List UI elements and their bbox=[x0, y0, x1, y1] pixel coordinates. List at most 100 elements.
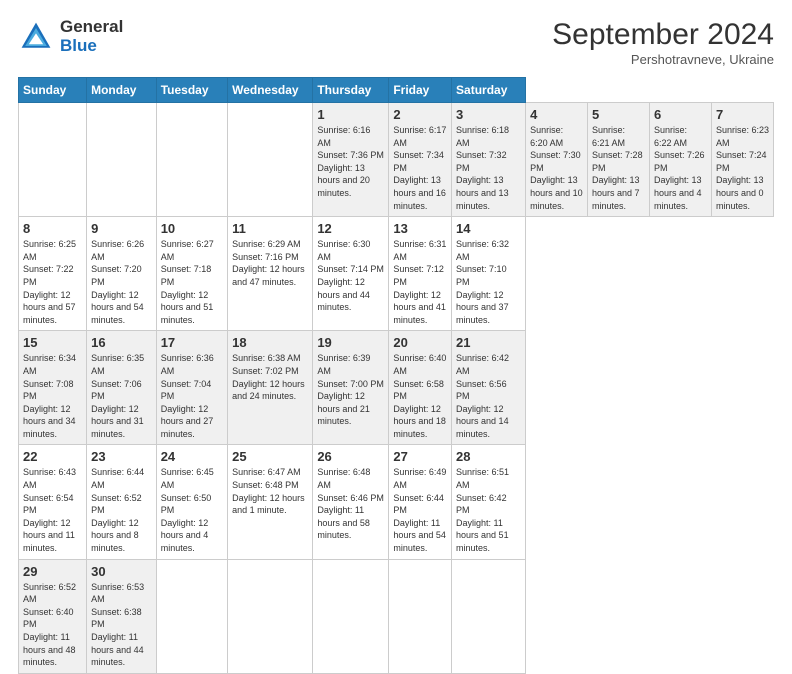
day-info: Sunrise: 6:34 AMSunset: 7:08 PMDaylight:… bbox=[23, 352, 82, 440]
table-row: 17Sunrise: 6:36 AMSunset: 7:04 PMDayligh… bbox=[156, 331, 227, 445]
table-row: 20Sunrise: 6:40 AMSunset: 6:58 PMDayligh… bbox=[389, 331, 452, 445]
calendar-week-row: 1 Sunrise: 6:16 AMSunset: 7:36 PMDaylight… bbox=[19, 103, 774, 217]
table-row bbox=[452, 559, 526, 673]
day-info: Sunrise: 6:18 AMSunset: 7:32 PMDaylight:… bbox=[456, 124, 521, 212]
calendar-table: Sunday Monday Tuesday Wednesday Thursday… bbox=[18, 77, 774, 674]
table-row: 6Sunrise: 6:22 AMSunset: 7:26 PMDaylight… bbox=[649, 103, 711, 217]
day-number: 8 bbox=[23, 221, 82, 236]
day-number: 19 bbox=[317, 335, 384, 350]
day-number: 21 bbox=[456, 335, 521, 350]
table-row: 26 Sunrise: 6:48 AMSunset: 6:46 PMDayligh… bbox=[313, 445, 389, 559]
day-number: 12 bbox=[317, 221, 384, 236]
table-row: 15 Sunrise: 6:34 AMSunset: 7:08 PMDayligh… bbox=[19, 331, 87, 445]
day-info: Sunrise: 6:25 AMSunset: 7:22 PMDaylight:… bbox=[23, 238, 82, 326]
day-info: Sunrise: 6:32 AMSunset: 7:10 PMDaylight:… bbox=[456, 238, 521, 326]
calendar-body: 1 Sunrise: 6:16 AMSunset: 7:36 PMDaylight… bbox=[19, 103, 774, 674]
day-info: Sunrise: 6:26 AMSunset: 7:20 PMDaylight:… bbox=[91, 238, 152, 326]
table-row: 21Sunrise: 6:42 AMSunset: 6:56 PMDayligh… bbox=[452, 331, 526, 445]
day-number: 4 bbox=[530, 107, 583, 122]
col-wednesday: Wednesday bbox=[228, 78, 313, 103]
day-info: Sunrise: 6:49 AMSunset: 6:44 PMDaylight:… bbox=[393, 466, 447, 554]
header: General Blue September 2024 Pershotravne… bbox=[18, 18, 774, 67]
day-number: 23 bbox=[91, 449, 152, 464]
logo-text: General Blue bbox=[60, 18, 123, 55]
table-row: 7 Sunrise: 6:23 AMSunset: 7:24 PMDaylight… bbox=[711, 103, 773, 217]
col-friday: Friday bbox=[389, 78, 452, 103]
month-title: September 2024 bbox=[552, 18, 774, 52]
day-number: 26 bbox=[317, 449, 384, 464]
day-info: Sunrise: 6:23 AMSunset: 7:24 PMDaylight:… bbox=[716, 124, 769, 212]
table-row: 24 Sunrise: 6:45 AMSunset: 6:50 PMDayligh… bbox=[156, 445, 227, 559]
table-row: 28Sunrise: 6:51 AMSunset: 6:42 PMDayligh… bbox=[452, 445, 526, 559]
col-thursday: Thursday bbox=[313, 78, 389, 103]
table-row: 29Sunrise: 6:52 AMSunset: 6:40 PMDayligh… bbox=[19, 559, 87, 673]
day-number: 16 bbox=[91, 335, 152, 350]
day-number: 11 bbox=[232, 221, 308, 236]
table-row: 30 Sunrise: 6:53 AMSunset: 6:38 PMDayligh… bbox=[87, 559, 157, 673]
calendar-week-row: 22Sunrise: 6:43 AMSunset: 6:54 PMDayligh… bbox=[19, 445, 774, 559]
day-info: Sunrise: 6:31 AMSunset: 7:12 PMDaylight:… bbox=[393, 238, 447, 326]
table-row: 23Sunrise: 6:44 AMSunset: 6:52 PMDayligh… bbox=[87, 445, 157, 559]
day-info: Sunrise: 6:52 AMSunset: 6:40 PMDaylight:… bbox=[23, 581, 82, 669]
table-row bbox=[19, 103, 87, 217]
day-info: Sunrise: 6:38 AMSunset: 7:02 PMDaylight:… bbox=[232, 352, 308, 402]
table-row: 2 Sunrise: 6:17 AMSunset: 7:34 PMDaylight… bbox=[389, 103, 452, 217]
day-info: Sunrise: 6:16 AMSunset: 7:36 PMDaylight:… bbox=[317, 124, 384, 200]
logo-general-text: General bbox=[60, 18, 123, 37]
day-info: Sunrise: 6:45 AMSunset: 6:50 PMDaylight:… bbox=[161, 466, 223, 554]
table-row: 22Sunrise: 6:43 AMSunset: 6:54 PMDayligh… bbox=[19, 445, 87, 559]
table-row: 8 Sunrise: 6:25 AMSunset: 7:22 PMDaylight… bbox=[19, 217, 87, 331]
col-monday: Monday bbox=[87, 78, 157, 103]
calendar-header-row: Sunday Monday Tuesday Wednesday Thursday… bbox=[19, 78, 774, 103]
table-row: 18Sunrise: 6:38 AMSunset: 7:02 PMDayligh… bbox=[228, 331, 313, 445]
day-number: 22 bbox=[23, 449, 82, 464]
logo-blue-text: Blue bbox=[60, 37, 123, 56]
day-number: 24 bbox=[161, 449, 223, 464]
day-number: 7 bbox=[716, 107, 769, 122]
table-row: 14 Sunrise: 6:32 AMSunset: 7:10 PMDayligh… bbox=[452, 217, 526, 331]
calendar-week-row: 8 Sunrise: 6:25 AMSunset: 7:22 PMDaylight… bbox=[19, 217, 774, 331]
day-number: 25 bbox=[232, 449, 308, 464]
table-row bbox=[156, 103, 227, 217]
day-info: Sunrise: 6:40 AMSunset: 6:58 PMDaylight:… bbox=[393, 352, 447, 440]
day-number: 5 bbox=[592, 107, 645, 122]
table-row: 16 Sunrise: 6:35 AMSunset: 7:06 PMDayligh… bbox=[87, 331, 157, 445]
table-row bbox=[313, 559, 389, 673]
table-row: 12Sunrise: 6:30 AMSunset: 7:14 PMDayligh… bbox=[313, 217, 389, 331]
table-row bbox=[156, 559, 227, 673]
day-number: 6 bbox=[654, 107, 707, 122]
day-number: 15 bbox=[23, 335, 82, 350]
page: General Blue September 2024 Pershotravne… bbox=[0, 0, 792, 612]
day-number: 17 bbox=[161, 335, 223, 350]
table-row: 4Sunrise: 6:20 AMSunset: 7:30 PMDaylight… bbox=[526, 103, 588, 217]
day-info: Sunrise: 6:47 AMSunset: 6:48 PMDaylight:… bbox=[232, 466, 308, 516]
table-row bbox=[87, 103, 157, 217]
day-info: Sunrise: 6:27 AMSunset: 7:18 PMDaylight:… bbox=[161, 238, 223, 326]
day-number: 1 bbox=[317, 107, 384, 122]
day-number: 2 bbox=[393, 107, 447, 122]
day-number: 28 bbox=[456, 449, 521, 464]
day-info: Sunrise: 6:39 AMSunset: 7:00 PMDaylight:… bbox=[317, 352, 384, 428]
day-number: 10 bbox=[161, 221, 223, 236]
table-row: 19 Sunrise: 6:39 AMSunset: 7:00 PMDayligh… bbox=[313, 331, 389, 445]
table-row: 10 Sunrise: 6:27 AMSunset: 7:18 PMDayligh… bbox=[156, 217, 227, 331]
table-row: 27Sunrise: 6:49 AMSunset: 6:44 PMDayligh… bbox=[389, 445, 452, 559]
logo: General Blue bbox=[18, 18, 123, 55]
day-info: Sunrise: 6:17 AMSunset: 7:34 PMDaylight:… bbox=[393, 124, 447, 212]
table-row bbox=[228, 103, 313, 217]
table-row: 3 Sunrise: 6:18 AMSunset: 7:32 PMDaylight… bbox=[452, 103, 526, 217]
col-sunday: Sunday bbox=[19, 78, 87, 103]
day-number: 30 bbox=[91, 564, 152, 579]
col-saturday: Saturday bbox=[452, 78, 526, 103]
calendar-week-row: 15 Sunrise: 6:34 AMSunset: 7:08 PMDayligh… bbox=[19, 331, 774, 445]
table-row: 11Sunrise: 6:29 AMSunset: 7:16 PMDayligh… bbox=[228, 217, 313, 331]
day-number: 9 bbox=[91, 221, 152, 236]
day-info: Sunrise: 6:48 AMSunset: 6:46 PMDaylight:… bbox=[317, 466, 384, 542]
col-tuesday: Tuesday bbox=[156, 78, 227, 103]
day-info: Sunrise: 6:35 AMSunset: 7:06 PMDaylight:… bbox=[91, 352, 152, 440]
day-number: 14 bbox=[456, 221, 521, 236]
day-number: 3 bbox=[456, 107, 521, 122]
day-number: 13 bbox=[393, 221, 447, 236]
day-info: Sunrise: 6:53 AMSunset: 6:38 PMDaylight:… bbox=[91, 581, 152, 669]
table-row bbox=[228, 559, 313, 673]
